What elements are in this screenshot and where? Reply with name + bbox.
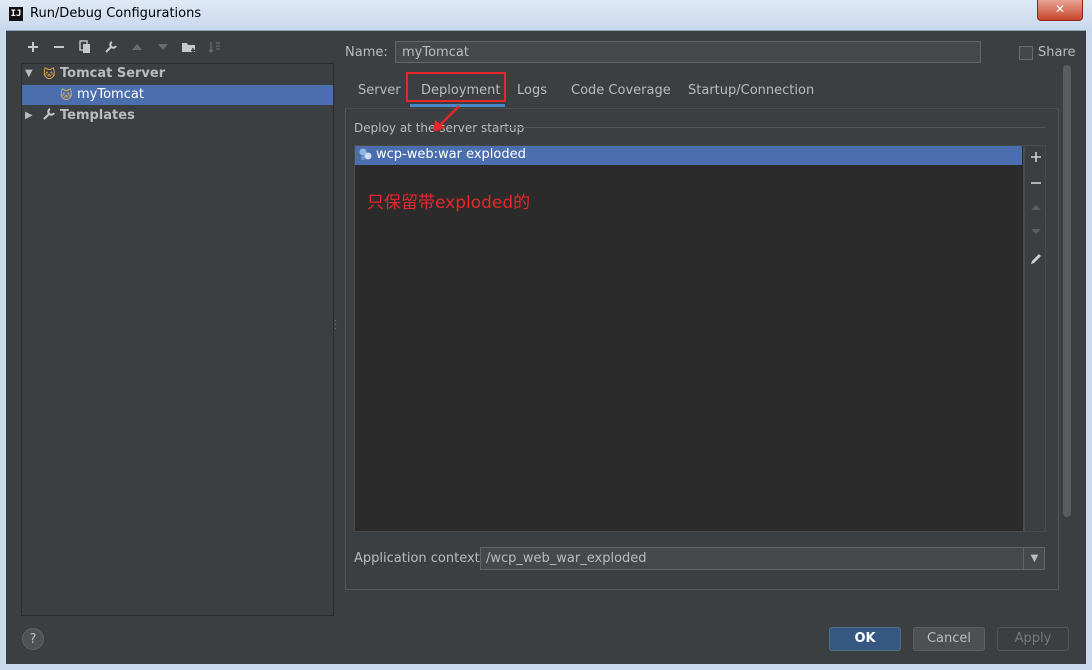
apply-button[interactable]: Apply xyxy=(997,627,1069,651)
caption-divider xyxy=(503,127,1045,128)
annotation-text: 只保留带exploded的 xyxy=(367,193,531,213)
window-title: Run/Debug Configurations xyxy=(30,6,202,21)
chevron-down-icon[interactable]: ▼ xyxy=(1023,548,1045,569)
folder-icon[interactable] xyxy=(180,40,198,58)
scrollbar-thumb[interactable] xyxy=(1063,65,1071,517)
tree-item-templates[interactable]: ▶ Templates xyxy=(22,106,333,126)
cancel-button[interactable]: Cancel xyxy=(913,627,985,651)
tree-item-tomcat-server[interactable]: ▼ 🐱 Tomcat Server xyxy=(22,64,333,84)
add-icon[interactable] xyxy=(1027,149,1045,167)
splitter-handle[interactable]: · · · xyxy=(334,317,337,335)
name-input[interactable] xyxy=(395,41,981,63)
annotation-arrow xyxy=(433,105,460,132)
remove-icon[interactable] xyxy=(1027,175,1045,193)
tab-code-coverage[interactable]: Code Coverage xyxy=(571,83,671,105)
help-button[interactable]: ? xyxy=(22,628,44,650)
deployment-list-item[interactable]: wcp-web:war exploded xyxy=(355,146,1022,165)
application-context-label: Application context: xyxy=(354,551,485,566)
tree-item-label: Templates xyxy=(60,108,135,123)
tab-server[interactable]: Server xyxy=(358,83,401,105)
sort-icon[interactable] xyxy=(206,40,224,58)
wrench-icon[interactable] xyxy=(102,40,120,58)
application-context-value: /wcp_web_war_exploded xyxy=(486,551,647,566)
tree-item-label: Tomcat Server xyxy=(60,66,166,81)
collapse-arrow-icon[interactable]: ▶ xyxy=(25,106,33,126)
add-icon[interactable] xyxy=(24,40,42,58)
share-label[interactable]: Share xyxy=(1038,45,1076,60)
move-down-icon[interactable] xyxy=(1027,226,1045,244)
tomcat-icon: 🐱 xyxy=(43,67,56,81)
remove-icon[interactable] xyxy=(50,40,68,58)
window-frame-bottom xyxy=(0,664,1092,670)
intellij-app-icon: IJ xyxy=(9,7,23,21)
move-up-icon[interactable] xyxy=(1027,201,1045,219)
annotation-highlight-box xyxy=(406,72,506,102)
ok-button[interactable]: OK xyxy=(829,627,901,651)
configurations-tree[interactable] xyxy=(21,63,334,616)
move-down-icon[interactable] xyxy=(154,40,172,58)
move-up-icon[interactable] xyxy=(128,40,146,58)
tab-startup-connection[interactable]: Startup/Connection xyxy=(688,83,814,105)
window-frame-right xyxy=(1086,30,1092,670)
close-window-button[interactable]: ✕ xyxy=(1037,0,1083,21)
artifact-icon xyxy=(358,147,373,168)
deployment-item-label: wcp-web:war exploded xyxy=(376,147,526,162)
tab-logs[interactable]: Logs xyxy=(517,83,547,105)
tree-item-label: myTomcat xyxy=(77,87,144,102)
edit-pencil-icon[interactable] xyxy=(1027,252,1045,270)
tree-item-mytomcat[interactable]: 🐱 myTomcat xyxy=(22,85,333,105)
name-label: Name: xyxy=(345,45,388,60)
expand-arrow-icon[interactable]: ▼ xyxy=(25,64,33,84)
copy-icon[interactable] xyxy=(76,40,94,58)
wrench-icon xyxy=(42,106,56,126)
share-checkbox[interactable] xyxy=(1019,46,1033,60)
window-frame-left xyxy=(0,30,6,670)
tomcat-icon: 🐱 xyxy=(60,88,73,102)
